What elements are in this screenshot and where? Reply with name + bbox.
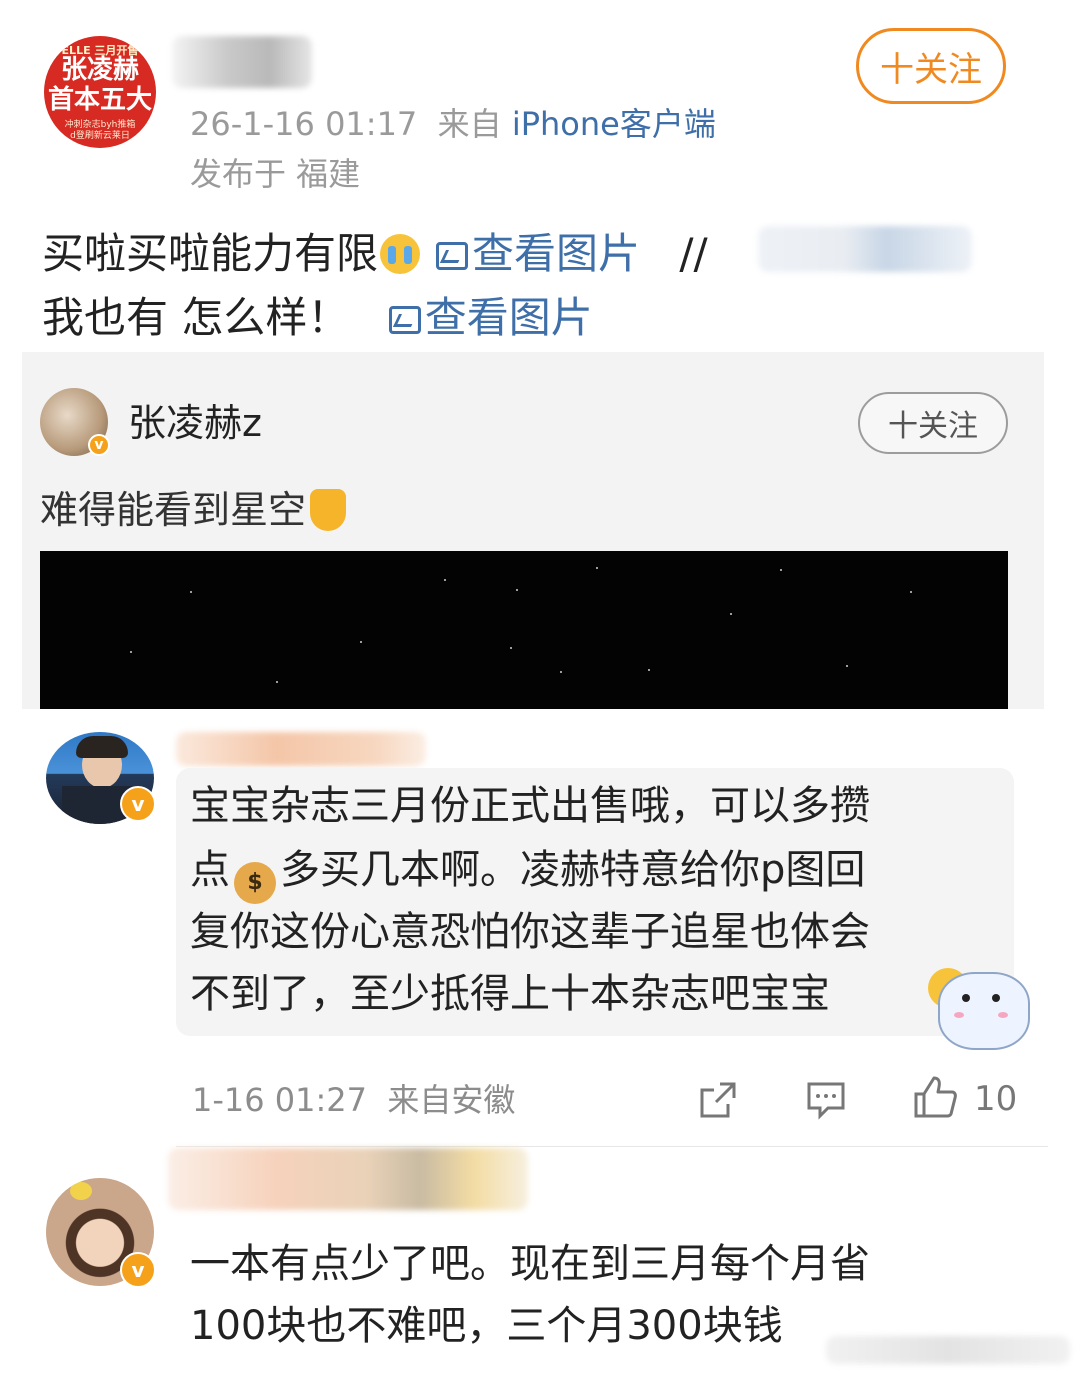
post-text-2: 我也有 怎么样！ bbox=[42, 293, 350, 342]
comment1-location: 来自安徽 bbox=[387, 1081, 516, 1119]
avatar-title-line2: 首本五大 bbox=[47, 85, 152, 115]
avatar-small-text: 冲刺杂志byh推箱 d登刷新云莱日 bbox=[64, 120, 136, 141]
comment2-username-redacted[interactable] bbox=[168, 1148, 528, 1210]
cartoon-sticker-icon bbox=[938, 972, 1030, 1050]
comment1-line2: 点 $ 多买几本啊。凌赫特意给你p图回 bbox=[190, 840, 865, 904]
comment1-line1: 宝宝杂志三月份正式出售哦，可以多攒 bbox=[190, 783, 870, 829]
poster-username-redacted[interactable] bbox=[172, 36, 312, 88]
post-time: 26-1-16 01:17 bbox=[190, 105, 418, 143]
pointing-down-hand-icon bbox=[310, 489, 347, 531]
comment2-verified-badge-icon: v bbox=[120, 1252, 156, 1288]
post-source[interactable]: iPhone客户端 bbox=[512, 105, 716, 143]
post-location: 发布于 福建 bbox=[190, 155, 361, 193]
poster-avatar[interactable]: ELLE 三月开售 张凌赫 首本五大 冲刺杂志byh推箱 d登刷新云莱日 bbox=[44, 36, 156, 148]
comment-icon[interactable] bbox=[806, 1080, 846, 1120]
post-meta: 26-1-16 01:17 来自 iPhone客户端 bbox=[190, 104, 716, 144]
post-text-line2: 我也有 怎么样！ 查看图片 bbox=[42, 290, 593, 346]
starry-sky-image[interactable] bbox=[40, 551, 1008, 709]
comment1-username-redacted[interactable] bbox=[176, 732, 426, 766]
like-icon[interactable] bbox=[912, 1074, 958, 1120]
comment1-like-count: 10 bbox=[974, 1079, 1018, 1119]
watermark-redacted bbox=[826, 1336, 1070, 1364]
view-image-link[interactable]: 查看图片 bbox=[436, 229, 640, 278]
repost-chain-username-redacted[interactable] bbox=[758, 226, 972, 272]
comment1-line4: 不到了，至少抵得上十本杂志吧宝宝 bbox=[190, 971, 830, 1017]
repost-follow-button[interactable]: 十关注 bbox=[858, 392, 1008, 454]
crying-face-icon bbox=[380, 234, 421, 274]
view-image-link-2[interactable]: 查看图片 bbox=[388, 293, 593, 342]
avatar-title-line1: 张凌赫 bbox=[60, 55, 139, 85]
image-icon bbox=[436, 242, 469, 270]
comment2-line2: 100块也不难吧，三个月300块钱 bbox=[190, 1303, 783, 1349]
image-icon bbox=[388, 306, 421, 334]
comment1-line3: 复你这份心意恐怕你这辈子追星也体会 bbox=[190, 909, 870, 955]
money-bag-icon: $ bbox=[234, 862, 276, 904]
comment-divider bbox=[176, 1146, 1048, 1147]
repost-separator: // bbox=[679, 229, 708, 278]
comment1-meta: 1-16 01:27 来自安徽 bbox=[192, 1080, 515, 1120]
comment1-time: 1-16 01:27 bbox=[192, 1081, 368, 1119]
post-text: 买啦买啦能力有限 bbox=[42, 229, 379, 278]
comment1-verified-badge-icon: v bbox=[120, 786, 156, 822]
repost-author-name[interactable]: 张凌赫z bbox=[128, 400, 262, 446]
post-from-label: 来自 bbox=[437, 105, 502, 143]
comment2-line1: 一本有点少了吧。现在到三月每个月省 bbox=[190, 1241, 870, 1287]
post-text-line1: 买啦买啦能力有限 查看图片 // bbox=[42, 226, 708, 282]
verified-badge-icon: v bbox=[88, 434, 110, 456]
share-icon[interactable] bbox=[698, 1080, 738, 1120]
follow-button[interactable]: 十关注 bbox=[856, 28, 1006, 104]
repost-text: 难得能看到星空 bbox=[40, 484, 347, 536]
